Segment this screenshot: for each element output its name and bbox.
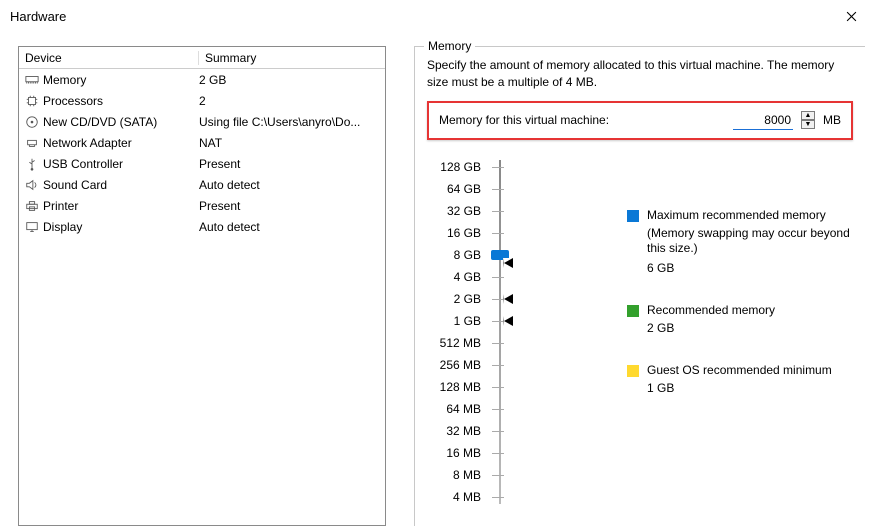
legend-max-label: Maximum recommended memory — [647, 208, 826, 222]
memory-scale-labels: 128 GB64 GB32 GB16 GB8 GB4 GB2 GB1 GB512… — [427, 156, 481, 508]
scale-tick-label: 32 MB — [427, 420, 481, 442]
row-printer[interactable]: Printer Present — [19, 195, 385, 216]
device-name: Sound Card — [41, 178, 199, 192]
col-device[interactable]: Device — [19, 51, 199, 65]
printer-icon — [25, 199, 39, 213]
marker-rec — [503, 294, 513, 304]
memory-input[interactable] — [733, 111, 793, 130]
memory-description: Specify the amount of memory allocated t… — [427, 57, 853, 91]
scale-tick-label: 512 MB — [427, 332, 481, 354]
scale-tick-label: 128 GB — [427, 156, 481, 178]
scale-tick-label: 16 MB — [427, 442, 481, 464]
device-name: New CD/DVD (SATA) — [41, 115, 199, 129]
close-icon — [846, 11, 857, 22]
col-summary[interactable]: Summary — [199, 51, 385, 65]
cpu-icon — [25, 94, 39, 108]
row-processors[interactable]: Processors 2 — [19, 90, 385, 111]
scale-tick-label: 16 GB — [427, 222, 481, 244]
device-name: Memory — [41, 73, 199, 87]
close-button[interactable] — [829, 1, 873, 31]
legend-min-val: 1 GB — [647, 381, 853, 395]
device-name: Network Adapter — [41, 136, 199, 150]
memory-unit: MB — [823, 113, 841, 127]
device-summary: Using file C:\Users\anyro\Do... — [199, 115, 385, 129]
scale-tick-label: 8 GB — [427, 244, 481, 266]
scale-tick-label: 64 GB — [427, 178, 481, 200]
device-summary: Auto detect — [199, 178, 385, 192]
device-summary: 2 GB — [199, 73, 385, 87]
legend-rec-swatch — [627, 305, 639, 317]
disc-icon — [25, 115, 39, 129]
usb-icon — [25, 157, 39, 171]
legend-min-swatch — [627, 365, 639, 377]
scale-tick-label: 256 MB — [427, 354, 481, 376]
legend-min-label: Guest OS recommended minimum — [647, 363, 832, 377]
network-icon — [25, 136, 39, 150]
scale-tick-label: 128 MB — [427, 376, 481, 398]
row-sound[interactable]: Sound Card Auto detect — [19, 174, 385, 195]
device-summary: 2 — [199, 94, 385, 108]
device-summary: Present — [199, 199, 385, 213]
window-title: Hardware — [10, 9, 66, 24]
memory-group-label: Memory — [424, 39, 475, 53]
sound-icon — [25, 178, 39, 192]
device-summary: Present — [199, 157, 385, 171]
memory-input-label: Memory for this virtual machine: — [439, 113, 609, 127]
scale-tick-label: 8 MB — [427, 464, 481, 486]
memory-spin-down[interactable]: ▼ — [801, 120, 815, 129]
memory-spin-up[interactable]: ▲ — [801, 111, 815, 120]
hardware-table: Device Summary Memory 2 GB Processors 2 … — [18, 46, 386, 526]
scale-tick-label: 4 MB — [427, 486, 481, 508]
legend-rec-label: Recommended memory — [647, 303, 775, 317]
memory-icon — [25, 73, 39, 87]
legend-max-sub: (Memory swapping may occur beyond this s… — [647, 226, 853, 257]
scale-tick-label: 1 GB — [427, 310, 481, 332]
row-memory[interactable]: Memory 2 GB — [19, 69, 385, 90]
display-icon — [25, 220, 39, 234]
row-display[interactable]: Display Auto detect — [19, 216, 385, 237]
row-usb[interactable]: USB Controller Present — [19, 153, 385, 174]
scale-tick-label: 32 GB — [427, 200, 481, 222]
scale-tick-label: 4 GB — [427, 266, 481, 288]
row-network[interactable]: Network Adapter NAT — [19, 132, 385, 153]
memory-input-row: Memory for this virtual machine: ▲ ▼ MB — [427, 101, 853, 140]
memory-slider[interactable] — [481, 156, 517, 508]
scale-tick-label: 64 MB — [427, 398, 481, 420]
legend-rec-val: 2 GB — [647, 321, 853, 335]
marker-max — [503, 258, 513, 268]
marker-min — [503, 316, 513, 326]
row-cddvd[interactable]: New CD/DVD (SATA) Using file C:\Users\an… — [19, 111, 385, 132]
device-name: Printer — [41, 199, 199, 213]
legend-max-val: 6 GB — [647, 261, 853, 275]
device-summary: NAT — [199, 136, 385, 150]
legend-max-swatch — [627, 210, 639, 222]
device-name: Processors — [41, 94, 199, 108]
scale-tick-label: 2 GB — [427, 288, 481, 310]
device-summary: Auto detect — [199, 220, 385, 234]
device-name: Display — [41, 220, 199, 234]
device-name: USB Controller — [41, 157, 199, 171]
